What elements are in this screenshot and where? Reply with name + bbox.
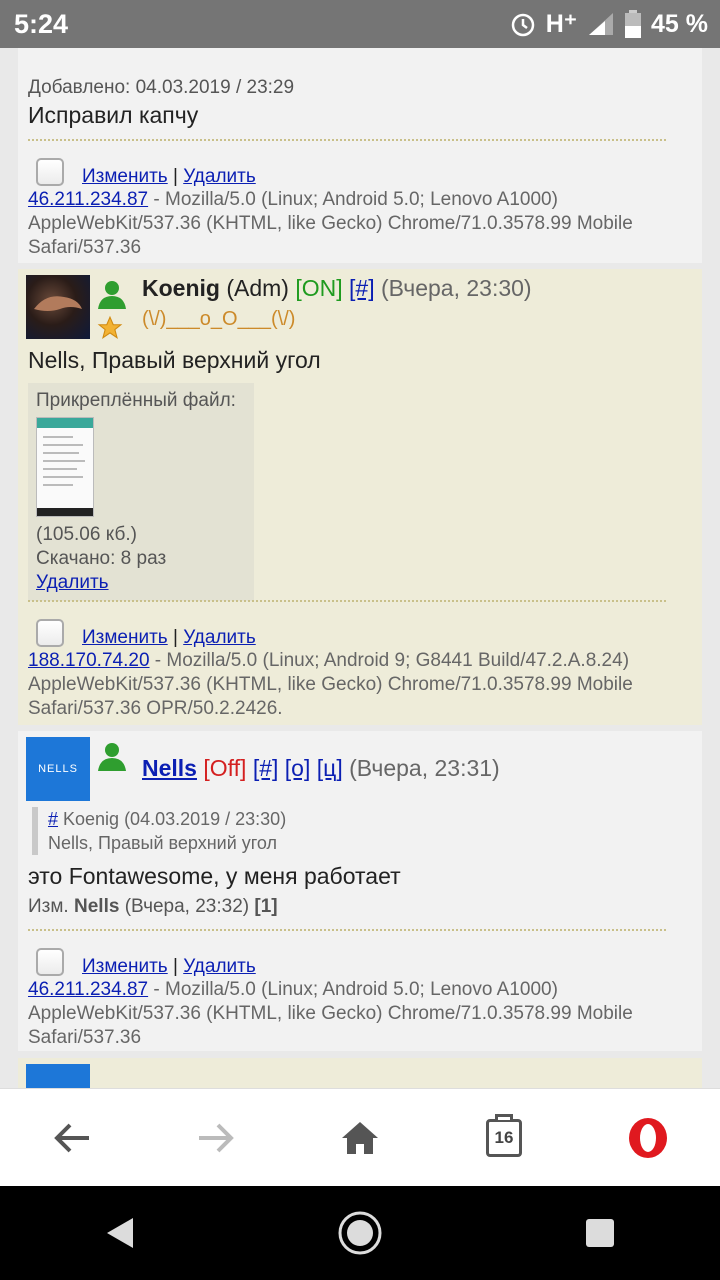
- post-actions: Изменить | Удалить: [28, 619, 678, 649]
- system-recents-button[interactable]: [560, 1193, 640, 1273]
- home-icon: [342, 1121, 378, 1154]
- select-checkbox[interactable]: [36, 619, 64, 647]
- home-button[interactable]: [320, 1098, 400, 1178]
- post-ip-info: 46.211.234.87 - Mozilla/5.0 (Linux; Andr…: [28, 978, 678, 1050]
- online-status: [ON]: [295, 275, 343, 301]
- post-anchor-link[interactable]: [#]: [349, 275, 375, 301]
- circle-home-icon: [338, 1211, 382, 1255]
- ip-link[interactable]: 46.211.234.87: [28, 189, 148, 210]
- user-icon: [98, 743, 126, 771]
- edited-info: Изм. Nells (Вчера, 23:32) [1]: [28, 896, 278, 917]
- post: Koenig (Adm) [ON] [#] (Вчера, 23:30) (\/…: [18, 269, 702, 725]
- opera-logo-icon: [629, 1117, 667, 1158]
- user-signature: (\/)___o_O___(\/): [142, 308, 296, 330]
- square-recents-icon: [586, 1219, 614, 1247]
- delete-link[interactable]: Удалить: [183, 166, 256, 187]
- username[interactable]: Nells: [142, 755, 197, 781]
- user-icon: [98, 281, 126, 309]
- arrow-right-icon: [199, 1123, 234, 1152]
- network-type: H⁺: [545, 10, 578, 38]
- triangle-back-icon: [107, 1218, 133, 1248]
- star-icon: [97, 315, 123, 340]
- arrow-left-icon: [54, 1123, 89, 1152]
- user-role: (Adm): [226, 275, 289, 301]
- ip-link[interactable]: 46.211.234.87: [28, 979, 148, 1000]
- system-home-button[interactable]: [320, 1193, 400, 1273]
- attachment-label: Прикреплённый файл:: [36, 390, 236, 411]
- tabs-button[interactable]: 16: [464, 1098, 544, 1178]
- attachment-delete-link[interactable]: Удалить: [36, 572, 109, 593]
- alarm-icon: [511, 13, 535, 37]
- post-added-date: Добавлено: 04.03.2019 / 23:29: [28, 77, 295, 98]
- ip-link[interactable]: 188.170.74.20: [28, 650, 150, 671]
- post-text: Исправил капчу: [28, 102, 199, 128]
- attachment-downloads: Скачано: 8 раз: [36, 548, 167, 569]
- quote-link[interactable]: [ц]: [317, 755, 343, 781]
- attachment-box: Прикреплённый файл: (105.06 кб.) Скачано…: [28, 383, 254, 601]
- username[interactable]: Koenig: [142, 275, 220, 301]
- post-actions: Изменить | Удалить: [28, 158, 678, 188]
- post: NELLS Nells [Off] [#] [о] [ц] (Вчера, 23…: [18, 731, 702, 1051]
- tabs-icon: 16: [486, 1113, 522, 1157]
- edit-link[interactable]: Изменить: [82, 166, 168, 187]
- signal-icon: [589, 13, 614, 35]
- divider: [28, 929, 666, 931]
- quote-anchor-link[interactable]: #: [48, 809, 58, 829]
- edit-link[interactable]: Изменить: [82, 956, 168, 977]
- attachment-thumbnail[interactable]: [36, 417, 94, 517]
- post: Добавлено: 04.03.2019 / 23:29 Исправил к…: [18, 48, 702, 263]
- post-ip-info: 188.170.74.20 - Mozilla/5.0 (Linux; Andr…: [28, 649, 678, 721]
- user-avatar[interactable]: [26, 1064, 90, 1088]
- post-ip-info: 46.211.234.87 - Mozilla/5.0 (Linux; Andr…: [28, 188, 678, 260]
- back-button[interactable]: [32, 1098, 112, 1178]
- quote-text: Nells, Правый верхний угол: [48, 833, 278, 853]
- post-anchor-link[interactable]: [#]: [253, 755, 279, 781]
- post: [18, 1058, 702, 1088]
- battery-level: 45 %: [651, 9, 708, 38]
- post-text: это Fontawesome, у меня работает: [28, 863, 401, 889]
- select-checkbox[interactable]: [36, 948, 64, 976]
- battery-icon: [625, 10, 642, 38]
- delete-link[interactable]: Удалить: [183, 956, 256, 977]
- divider: [28, 600, 666, 602]
- reply-link[interactable]: [о]: [285, 755, 311, 781]
- select-checkbox[interactable]: [36, 158, 64, 186]
- edited-by: Nells: [74, 896, 120, 917]
- post-time: (Вчера, 23:30): [381, 275, 532, 301]
- offline-status: [Off]: [203, 755, 247, 781]
- browser-toolbar: 16: [0, 1088, 720, 1186]
- forward-button[interactable]: [176, 1098, 256, 1178]
- system-back-button[interactable]: [80, 1193, 160, 1273]
- delete-link[interactable]: Удалить: [183, 627, 256, 648]
- quote-author: Koenig (04.03.2019 / 23:30): [58, 809, 287, 829]
- user-avatar[interactable]: NELLS: [26, 737, 90, 801]
- quoted-message: # Koenig (04.03.2019 / 23:30) Nells, Пра…: [32, 807, 286, 855]
- post-time: (Вчера, 23:31): [349, 755, 500, 781]
- status-bar: 5:24 H⁺ 45 %: [0, 0, 720, 48]
- post-text: Nells, Правый верхний угол: [28, 347, 321, 373]
- system-nav-bar: [0, 1186, 720, 1280]
- forum-thread[interactable]: Добавлено: 04.03.2019 / 23:29 Исправил к…: [0, 48, 720, 1088]
- edit-link[interactable]: Изменить: [82, 627, 168, 648]
- avatar-hand-image: [34, 296, 82, 311]
- post-actions: Изменить | Удалить: [28, 948, 678, 978]
- tabs-count: 16: [494, 1127, 514, 1147]
- clock: 5:24: [14, 9, 69, 39]
- user-avatar[interactable]: [26, 275, 90, 339]
- edit-count[interactable]: [1]: [254, 896, 277, 917]
- attachment-size: (105.06 кб.): [36, 524, 137, 545]
- divider: [28, 139, 666, 141]
- opera-menu-button[interactable]: [608, 1098, 688, 1178]
